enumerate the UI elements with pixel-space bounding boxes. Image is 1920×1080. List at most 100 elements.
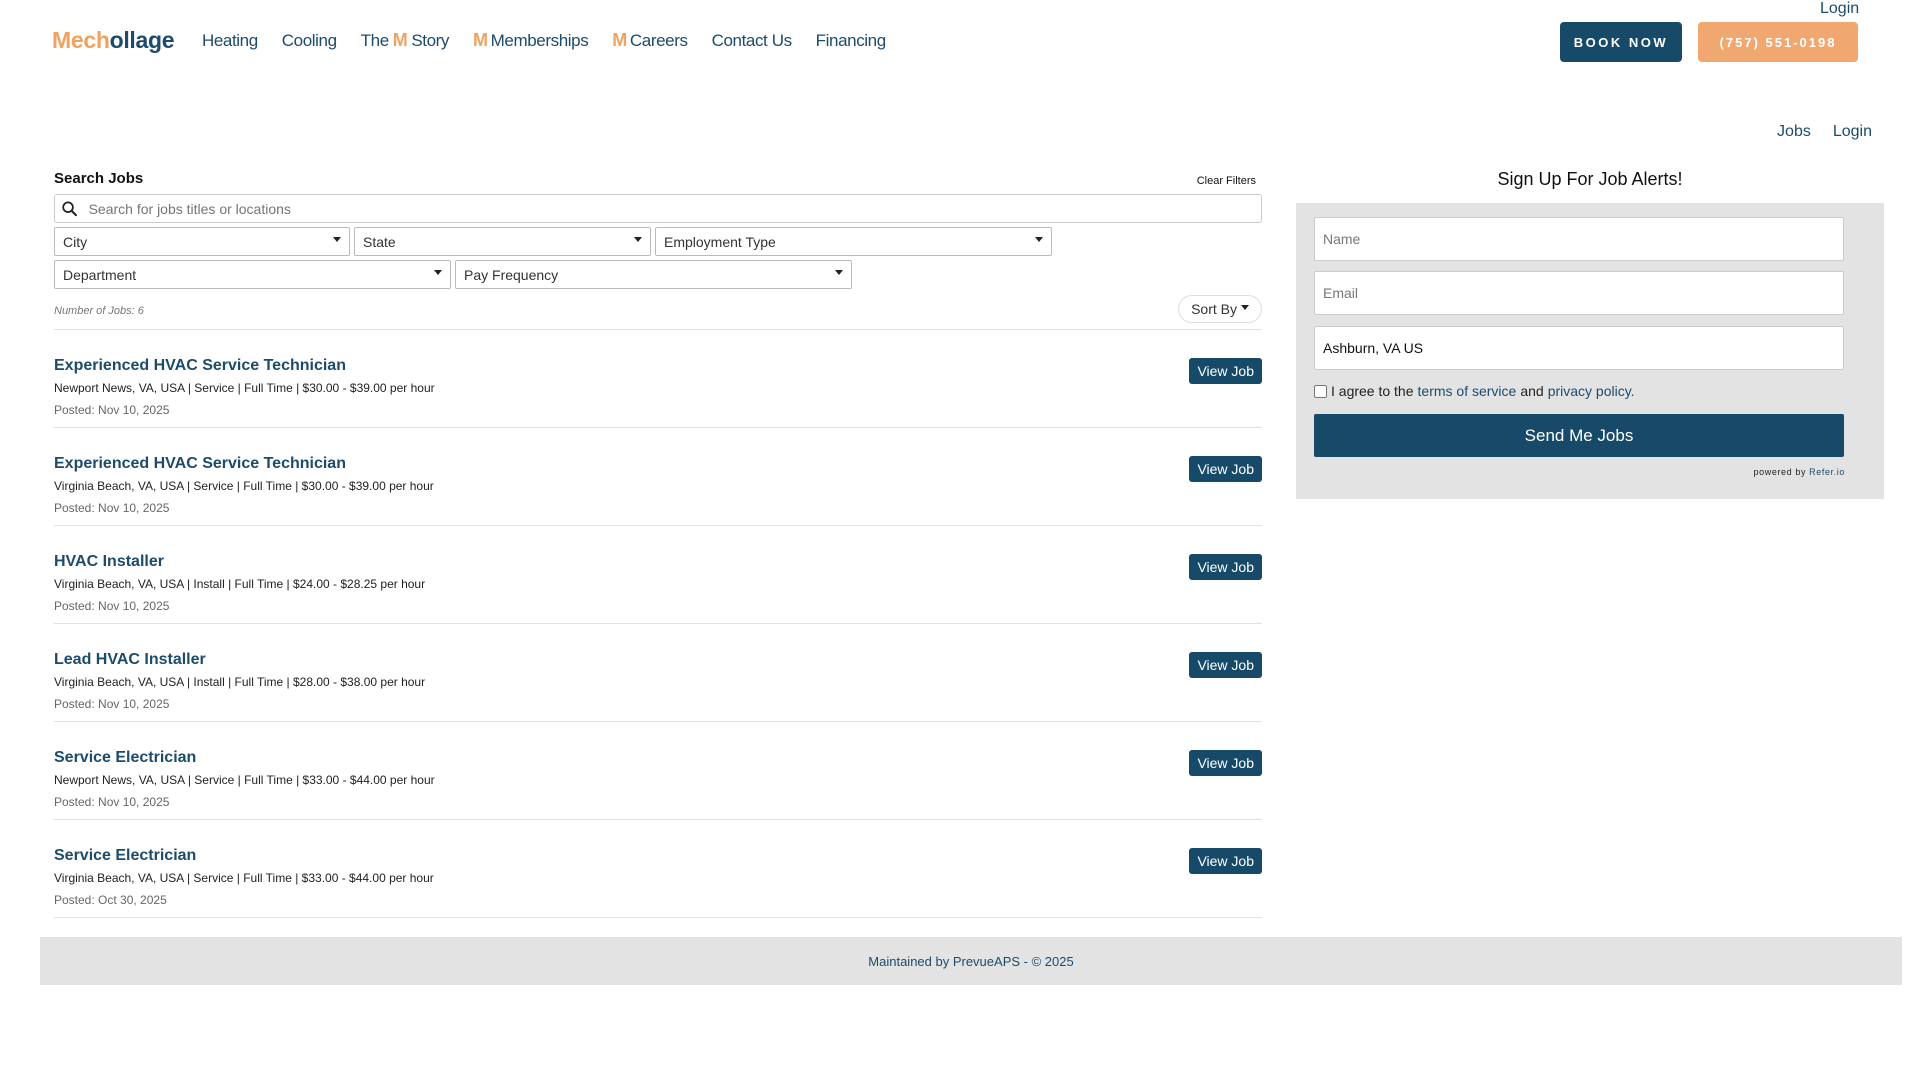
terms-agreement: I agree to the terms of service and priv…: [1314, 383, 1639, 399]
job-title-link[interactable]: Service Electrician: [54, 749, 196, 767]
job-posted-date: Posted: Nov 10, 2025: [54, 403, 170, 417]
terms-checkbox[interactable]: [1314, 384, 1327, 398]
nav-cooling-label: Cooling: [281, 30, 337, 50]
agree-text: I agree to the: [1331, 383, 1414, 399]
refer-io-link[interactable]: Refer.io: [1809, 467, 1845, 477]
nav-financing-label: Financing: [815, 30, 887, 50]
m-brand-icon: M: [612, 30, 627, 50]
job-meta: Virginia Beach, VA, USA | Install | Full…: [54, 577, 426, 591]
job-search-section: Search Jobs Clear Filters City State Emp…: [54, 170, 1262, 918]
nav-memberships[interactable]: M Memberships: [473, 30, 589, 51]
pay-frequency-select-label: Pay Frequency: [464, 266, 559, 283]
nav-contact-us[interactable]: Contact Us: [712, 30, 792, 51]
powered-by-text: powered by: [1753, 467, 1807, 477]
job-alerts-heading: Sign Up For Job Alerts!: [1497, 169, 1683, 189]
job-title-link[interactable]: HVAC Installer: [54, 553, 164, 571]
job-list-item: Service Electrician Virginia Beach, VA, …: [54, 820, 1262, 918]
nav-financing[interactable]: Financing: [815, 30, 887, 51]
employment-type-select-label: Employment Type: [664, 233, 776, 250]
name-field[interactable]: Name: [1314, 217, 1844, 261]
nav-careers[interactable]: M Careers: [612, 30, 688, 51]
job-list: Experienced HVAC Service Technician Newp…: [54, 329, 1262, 918]
chevron-down-icon: [333, 237, 341, 242]
main-nav: Heating Cooling The M Story M Membership…: [202, 30, 910, 51]
view-job-button[interactable]: View Job: [1189, 848, 1262, 874]
job-list-item: Experienced HVAC Service Technician Newp…: [54, 330, 1262, 428]
clear-filters-link[interactable]: Clear Filters: [1197, 175, 1256, 187]
job-list-item: Lead HVAC Installer Virginia Beach, VA, …: [54, 624, 1262, 722]
book-now-button[interactable]: BOOK NOW: [1560, 22, 1682, 62]
nav-cooling[interactable]: Cooling: [282, 30, 337, 51]
agree-and-text: and: [1520, 383, 1544, 399]
phone-button[interactable]: (757) 551-0198: [1698, 22, 1858, 62]
privacy-policy-link[interactable]: privacy policy.: [1548, 383, 1635, 399]
pay-frequency-select[interactable]: Pay Frequency: [455, 260, 852, 289]
job-meta: Newport News, VA, USA | Service | Full T…: [54, 773, 435, 787]
nav-memberships-label: Memberships: [490, 30, 589, 50]
search-jobs-heading: Search Jobs: [54, 170, 144, 187]
chevron-down-icon: [434, 270, 442, 275]
location-field[interactable]: Ashburn, VA US: [1314, 326, 1844, 370]
logo-text-ollage: ollage: [109, 27, 175, 53]
mechollage-logo[interactable]: Mechollage: [52, 27, 175, 54]
powered-by: powered by Refer.io: [1754, 467, 1845, 477]
terms-of-service-link[interactable]: terms of service: [1418, 383, 1517, 399]
logo-text-mech: Mech: [52, 27, 110, 53]
city-select[interactable]: City: [54, 227, 350, 256]
filters: City State Employment Type Department Pa…: [54, 227, 1262, 289]
nav-careers-label: Careers: [629, 30, 688, 50]
job-meta: Newport News, VA, USA | Service | Full T…: [54, 381, 435, 395]
job-list-item: HVAC Installer Virginia Beach, VA, USA |…: [54, 526, 1262, 624]
job-posted-date: Posted: Nov 10, 2025: [54, 501, 170, 515]
nav-heating-label: Heating: [202, 30, 258, 50]
chevron-down-icon: [1035, 237, 1043, 242]
nav-story-suffix: Story: [411, 30, 450, 50]
footer: Maintained by PrevueAPS - © 2025: [40, 937, 1902, 985]
job-title-link[interactable]: Service Electrician: [54, 847, 196, 865]
view-job-button[interactable]: View Job: [1189, 750, 1262, 776]
search-icon: [62, 201, 78, 216]
state-select[interactable]: State: [354, 227, 651, 256]
top-login-link[interactable]: Login: [1820, 0, 1859, 18]
view-job-button[interactable]: View Job: [1189, 456, 1262, 482]
job-posted-date: Posted: Nov 10, 2025: [54, 795, 170, 809]
footer-text[interactable]: Maintained by PrevueAPS - © 2025: [868, 954, 1073, 969]
job-title-link[interactable]: Experienced HVAC Service Technician: [54, 357, 346, 375]
job-posted-date: Posted: Nov 10, 2025: [54, 599, 170, 613]
chevron-down-icon: [634, 237, 642, 242]
job-title-link[interactable]: Lead HVAC Installer: [54, 651, 206, 669]
nav-heating[interactable]: Heating: [202, 30, 258, 51]
chevron-down-icon: [835, 270, 843, 275]
job-posted-date: Posted: Nov 10, 2025: [54, 697, 170, 711]
job-count: Number of Jobs: 6: [54, 305, 144, 317]
nav-the-m-story[interactable]: The M Story: [360, 30, 450, 51]
department-select-label: Department: [63, 266, 137, 283]
job-alerts-panel: Name Email Ashburn, VA US I agree to the…: [1296, 203, 1884, 499]
employment-type-select[interactable]: Employment Type: [655, 227, 1052, 256]
job-title-link[interactable]: Experienced HVAC Service Technician: [54, 455, 346, 473]
sort-by-button[interactable]: Sort By: [1178, 295, 1262, 323]
city-select-label: City: [63, 233, 88, 250]
sort-by-label: Sort By: [1191, 301, 1237, 317]
chevron-down-icon: [1241, 304, 1249, 310]
email-field[interactable]: Email: [1314, 271, 1844, 315]
job-search-box[interactable]: [54, 194, 1262, 223]
nav-contact-label: Contact Us: [711, 30, 792, 50]
view-job-button[interactable]: View Job: [1189, 358, 1262, 384]
view-job-button[interactable]: View Job: [1189, 554, 1262, 580]
m-brand-icon: M: [473, 30, 488, 50]
job-search-input[interactable]: [88, 200, 1261, 217]
job-meta: Virginia Beach, VA, USA | Service | Full…: [54, 479, 434, 493]
nav-story-prefix: The: [360, 30, 389, 50]
department-select[interactable]: Department: [54, 260, 451, 289]
state-select-label: State: [363, 233, 396, 250]
job-meta: Virginia Beach, VA, USA | Service | Full…: [54, 871, 434, 885]
subnav-login-link[interactable]: Login: [1833, 123, 1872, 141]
job-meta: Virginia Beach, VA, USA | Install | Full…: [54, 675, 426, 689]
subnav-jobs-link[interactable]: Jobs: [1777, 123, 1811, 141]
job-list-item: Service Electrician Newport News, VA, US…: [54, 722, 1262, 820]
send-me-jobs-button[interactable]: Send Me Jobs: [1314, 414, 1844, 457]
careers-subnav: Jobs Login: [1777, 123, 1872, 141]
job-posted-date: Posted: Oct 30, 2025: [54, 893, 167, 907]
view-job-button[interactable]: View Job: [1189, 652, 1262, 678]
